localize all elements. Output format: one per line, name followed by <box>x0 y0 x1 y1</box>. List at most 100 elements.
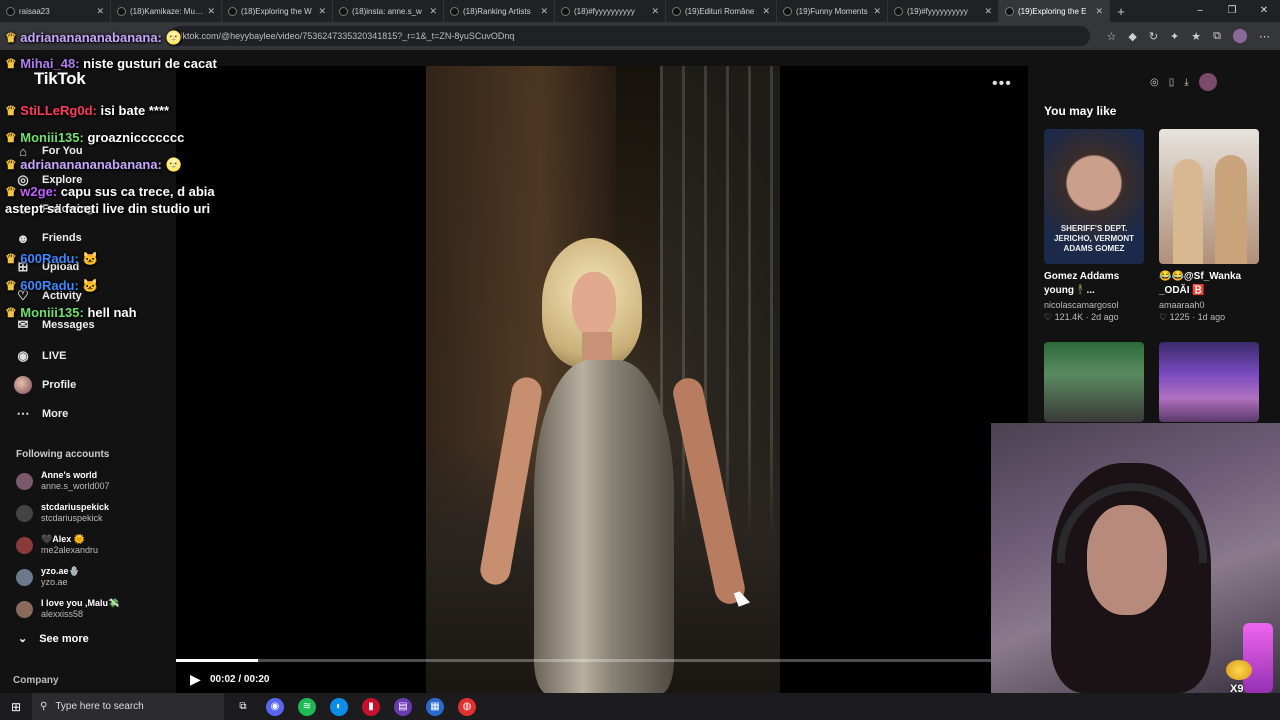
tab-close-icon[interactable]: ✕ <box>318 6 326 17</box>
app-red-icon[interactable]: ▮ <box>362 697 380 716</box>
recommended-card[interactable]: 😂😂@Sf_Wanka _ODĂI 🅱️ amaaraah0 ♡ 1225 · … <box>1159 129 1259 323</box>
puzzle-icon[interactable]: ✦ <box>1170 30 1179 43</box>
following-account[interactable]: I love you ,Malu💸 alexxiss58 <box>16 598 119 620</box>
browser-tab[interactable]: (19)Edituri Române ✕ <box>666 0 777 22</box>
chat-username: adriananananabanana: <box>20 157 162 172</box>
tab-label: (19)Exploring the E <box>1018 6 1087 16</box>
refresh-icon[interactable]: ↻ <box>1149 30 1158 43</box>
favorites-icon[interactable]: ★ <box>1191 30 1201 43</box>
browser-tab[interactable]: (18)Ranking Artists ✕ <box>444 0 555 22</box>
tab-close-icon[interactable]: ✕ <box>540 6 548 17</box>
recommended-thumbnail <box>1044 342 1144 422</box>
user-avatar[interactable] <box>1198 73 1217 91</box>
thumbnail-overlay-text: SHERIFF'S DEPT. JERICHO, VERMONT ADAMS G… <box>1053 224 1134 253</box>
browser-tab[interactable]: (18)Exploring the W ✕ <box>222 0 333 22</box>
recommended-card[interactable] <box>1159 342 1259 422</box>
obs-icon[interactable]: ◍ <box>458 697 476 716</box>
browser-tab[interactable]: (18)#fyyyyyyyyyy ✕ <box>555 0 666 22</box>
browser-tab[interactable]: (19)Funny Moments ✕ <box>777 0 888 22</box>
more-options-icon[interactable]: ••• <box>992 75 1012 93</box>
download-icon[interactable]: ⤓ <box>1184 77 1188 88</box>
spotify-icon[interactable]: ≋ <box>298 697 316 716</box>
browser-menu-icon[interactable]: ⋯ <box>1259 30 1270 43</box>
browser-tab[interactable]: (19)Exploring the E ✕ <box>999 0 1110 22</box>
url-field[interactable]: tiktok.com/@heyybaylee/video/75362473353… <box>170 26 1090 46</box>
recommended-user: amaaraah0 <box>1159 300 1205 310</box>
edge-icon[interactable]: ◐ <box>330 697 348 716</box>
nav-item-profile[interactable]: Profile <box>14 376 76 394</box>
taskbar-apps: ⧉ ◉ ≋ ◐ ▮ ▤ ▦ ◍ <box>234 697 476 716</box>
taskbar-search[interactable]: ⚲ Type here to search <box>32 693 224 720</box>
tab-favicon-icon <box>1005 6 1014 16</box>
tab-close-icon[interactable]: ✕ <box>651 6 659 17</box>
browser-tab[interactable]: (18)insta: anne.s_w ✕ <box>333 0 444 22</box>
new-tab-button[interactable]: + <box>1110 4 1132 19</box>
chat-message-top: ♛ adriananananabanana: 🌝 <box>5 29 245 46</box>
recommended-likes: 121.4K <box>1054 312 1084 322</box>
browser-tab[interactable]: (19)#fyyyyyyyyyy ✕ <box>888 0 999 22</box>
tab-label: (18)#fyyyyyyyyyy <box>574 6 635 16</box>
chat-message: ♛ Moniii135: hell nah <box>5 304 245 321</box>
minimize-button[interactable]: – <box>1184 0 1216 22</box>
start-button[interactable]: ⊞ <box>0 693 32 720</box>
bookmark-star-icon[interactable]: ☆ <box>1106 30 1116 43</box>
chat-username: w2ge: <box>20 184 58 199</box>
task-view-icon[interactable]: ⧉ <box>234 698 252 716</box>
following-account[interactable]: stcdariuspekick stcdariuspekick <box>16 502 109 524</box>
following-account[interactable]: Anne's world anne.s_world007 <box>16 470 110 492</box>
tab-close-icon[interactable]: ✕ <box>429 6 437 17</box>
left-sidebar: TikTok ⌂ For You ◎ Explore ☺ Following ☻ Friend… <box>0 50 176 693</box>
discord-icon[interactable]: ◉ <box>266 697 284 716</box>
see-more-button[interactable]: ⌄ See more <box>18 632 89 646</box>
tab-close-icon[interactable]: ✕ <box>762 6 770 17</box>
company-link[interactable]: Company <box>13 675 59 686</box>
nav-item-live[interactable]: ◉ LIVE <box>14 347 66 365</box>
tab-favicon-icon <box>6 6 15 16</box>
chat-username: Moniii135: <box>20 305 84 320</box>
recommended-thumbnail <box>1159 342 1259 422</box>
device-icon[interactable]: ▯ <box>1169 77 1175 88</box>
chat-badges-icon: ♛ <box>5 30 21 45</box>
account-name: 🖤Alex 🌞 <box>41 534 85 544</box>
browser-profile-avatar[interactable] <box>1233 29 1247 43</box>
video-progress-fill <box>176 659 258 662</box>
tab-label: raisaa23 <box>19 6 50 16</box>
following-account[interactable]: yzo.ae🪬 yzo.ae <box>16 566 80 588</box>
video-time: 00:02 / 00:20 <box>210 674 270 685</box>
tab-close-icon[interactable]: ✕ <box>207 6 215 17</box>
chat-text: isi bate **** <box>96 103 170 118</box>
browser-tab[interactable]: (18)Kamikaze: Music ✕ <box>111 0 222 22</box>
close-window-button[interactable]: ✕ <box>1248 0 1280 22</box>
collections-icon[interactable]: ⧉ <box>1213 30 1221 43</box>
browser-toolbar-icons: ☆ ◆ ↻ ✦ ★ ⧉ ⋯ <box>1106 22 1270 50</box>
video-player[interactable] <box>426 66 780 694</box>
tiktok-logo[interactable]: TikTok <box>34 69 86 89</box>
recommended-card[interactable]: SHERIFF'S DEPT. JERICHO, VERMONT ADAMS G… <box>1044 129 1144 323</box>
extension-icon[interactable]: ◆ <box>1128 30 1136 43</box>
nav-item-friends[interactable]: ☻ Friends <box>14 229 82 247</box>
play-button[interactable]: ▶ <box>190 671 206 687</box>
app-purple-icon[interactable]: ▤ <box>394 697 412 716</box>
streamer-webcam <box>991 423 1280 693</box>
browser-tab[interactable]: raisaa23 ✕ <box>0 0 111 22</box>
tab-close-icon[interactable]: ✕ <box>1095 6 1103 17</box>
tab-label: (19)Edituri Române <box>685 6 755 16</box>
file-explorer-icon[interactable]: ▦ <box>426 697 444 716</box>
chat-username: StiLLeRg0d: <box>20 103 97 118</box>
video-progress-bar[interactable] <box>176 659 991 662</box>
windows-taskbar: ⊞ ⚲ Type here to search ⧉ ◉ ≋ ◐ ▮ ▤ ▦ ◍ <box>0 693 1280 720</box>
tab-label: (18)insta: anne.s_w <box>352 6 422 16</box>
tab-close-icon[interactable]: ✕ <box>96 6 104 17</box>
coin-icon[interactable]: ◎ <box>1150 77 1159 88</box>
tab-close-icon[interactable]: ✕ <box>984 6 992 17</box>
nav-item-more[interactable]: ⋯ More <box>14 405 69 423</box>
chat-badges-icon: ♛ <box>5 305 21 320</box>
chat-username: adriananananabanana: <box>20 30 162 45</box>
maximize-button[interactable]: ❐ <box>1216 0 1248 22</box>
account-text: yzo.ae🪬 yzo.ae <box>41 566 80 588</box>
following-account[interactable]: 🖤Alex 🌞 me2alexandru <box>16 534 98 556</box>
recommended-title: Gomez Addams young🕴️... <box>1044 271 1120 296</box>
chat-badges-icon: ♛ <box>5 278 21 293</box>
tab-close-icon[interactable]: ✕ <box>873 6 881 17</box>
recommended-card[interactable] <box>1044 342 1144 422</box>
